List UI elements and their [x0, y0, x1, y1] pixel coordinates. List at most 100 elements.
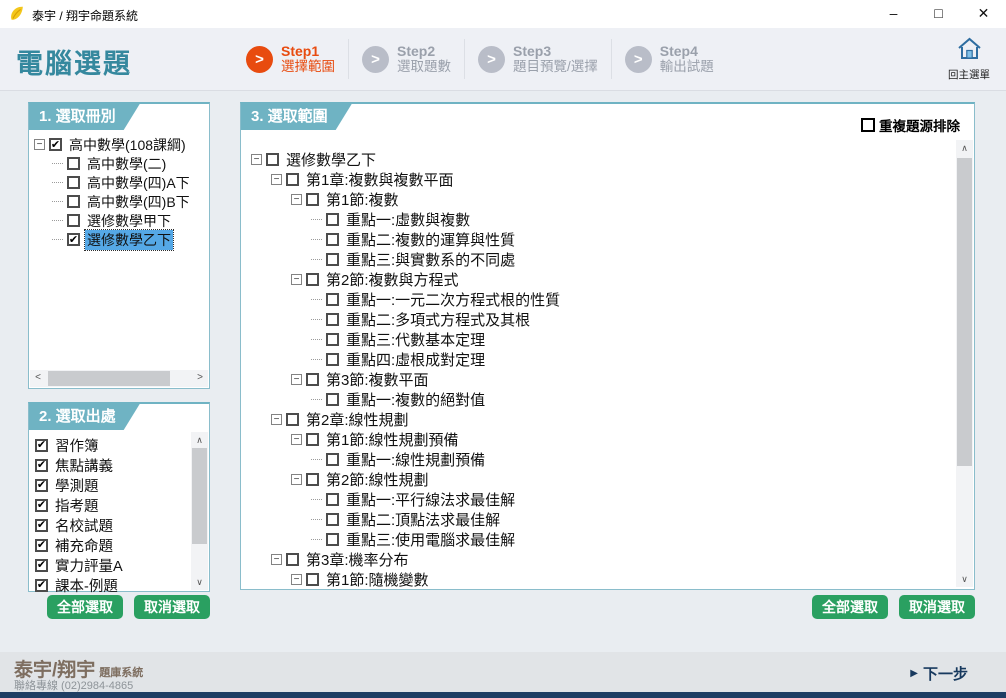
node-checkbox[interactable]	[326, 533, 339, 546]
node-checkbox[interactable]	[306, 573, 319, 586]
item-label[interactable]: 名校試題	[53, 515, 115, 536]
close-button[interactable]: ✕	[961, 0, 1006, 28]
node-label[interactable]: 重點一:平行線法求最佳解	[344, 489, 517, 510]
collapse-expander-icon[interactable]: −	[291, 574, 302, 585]
node-label[interactable]: 選修數學乙下	[284, 149, 378, 170]
tree-row[interactable]: −第2節:線性規劃	[251, 469, 954, 489]
node-label[interactable]: 重點二:頂點法求最佳解	[344, 509, 502, 530]
node-label[interactable]: 重點三:與實數系的不同處	[344, 249, 517, 270]
node-label[interactable]: 第1節:隨機變數	[324, 569, 431, 590]
tree-row[interactable]: −✔ 高中數學(108課綱)	[34, 135, 205, 154]
node-label[interactable]: 第1節:複數	[324, 189, 401, 210]
hscroll-thumb[interactable]	[48, 371, 170, 386]
node-checkbox[interactable]: ✔	[49, 138, 62, 151]
item-checkbox[interactable]: ✔	[35, 499, 48, 512]
collapse-expander-icon[interactable]: −	[271, 174, 282, 185]
node-checkbox[interactable]	[286, 553, 299, 566]
tree-row[interactable]: 高中數學(二)	[34, 154, 205, 173]
list-item[interactable]: ✔補充命題	[35, 535, 191, 555]
tree-row[interactable]: −第2章:線性規劃	[251, 409, 954, 429]
home-button[interactable]: 回主選單	[942, 36, 996, 82]
source-deselect-all-button[interactable]: 取消選取	[134, 595, 210, 619]
collapse-expander-icon[interactable]: −	[291, 374, 302, 385]
list-item[interactable]: ✔實力評量A	[35, 555, 191, 575]
minimize-button[interactable]: –	[871, 0, 916, 28]
node-checkbox[interactable]	[326, 313, 339, 326]
item-label[interactable]: 學測題	[53, 475, 101, 496]
step-3[interactable]: > Step3 題目預覽/選擇	[478, 39, 612, 79]
node-checkbox[interactable]	[326, 393, 339, 406]
node-checkbox[interactable]	[326, 493, 339, 506]
node-checkbox[interactable]	[326, 513, 339, 526]
tree-row[interactable]: 重點二:多項式方程式及其根	[251, 309, 954, 329]
list-item[interactable]: ✔課本-例題	[35, 575, 191, 595]
node-checkbox[interactable]	[326, 353, 339, 366]
node-checkbox[interactable]	[306, 193, 319, 206]
tree-row[interactable]: 重點一:線性規劃預備	[251, 449, 954, 469]
list-item[interactable]: ✔ 名校試題	[35, 515, 191, 535]
node-label[interactable]: 高中數學(四)A下	[85, 173, 192, 193]
tree-row[interactable]: ✔選修數學乙下	[34, 230, 205, 249]
list-item[interactable]: ✔ 學測題	[35, 475, 191, 495]
scroll-left-icon[interactable]: <	[30, 370, 46, 387]
tree-row[interactable]: 重點三:使用電腦求最佳解	[251, 529, 954, 549]
node-label[interactable]: 重點一:虛數與複數	[344, 209, 472, 230]
item-checkbox[interactable]: ✔	[35, 519, 48, 532]
tree-row[interactable]: 重點一:一元二次方程式根的性質	[251, 289, 954, 309]
collapse-expander-icon[interactable]: −	[291, 274, 302, 285]
node-checkbox[interactable]	[67, 176, 80, 189]
node-label[interactable]: 高中數學(二)	[85, 154, 168, 174]
node-checkbox[interactable]	[326, 453, 339, 466]
scroll-down-icon[interactable]: ∨	[191, 574, 208, 590]
scroll-down-icon[interactable]: ∨	[956, 571, 973, 587]
tree-row[interactable]: 重點一:虛數與複數	[251, 209, 954, 229]
collapse-expander-icon[interactable]: −	[34, 139, 45, 150]
tree-row[interactable]: − 選修數學乙下	[251, 149, 954, 169]
node-checkbox[interactable]	[67, 214, 80, 227]
collapse-expander-icon[interactable]: −	[291, 434, 302, 445]
collapse-expander-icon[interactable]: −	[291, 194, 302, 205]
node-checkbox[interactable]	[286, 173, 299, 186]
item-checkbox[interactable]: ✔	[35, 559, 48, 572]
node-checkbox[interactable]	[306, 273, 319, 286]
node-label[interactable]: 重點一:複數的絕對值	[344, 389, 487, 410]
tree-row[interactable]: 高中數學(四)B下	[34, 192, 205, 211]
node-checkbox[interactable]	[306, 373, 319, 386]
duplicate-filter[interactable]: 重複題源排除	[861, 115, 960, 135]
node-checkbox[interactable]	[286, 413, 299, 426]
tree-row[interactable]: 重點三:代數基本定理	[251, 329, 954, 349]
tree-row[interactable]: − 第1章:複數與複數平面	[251, 169, 954, 189]
scope-deselect-all-button[interactable]: 取消選取	[899, 595, 975, 619]
node-label[interactable]: 重點二:複數的運算與性質	[344, 229, 517, 250]
next-step-button[interactable]: ▶ 下一步	[910, 663, 968, 684]
item-label[interactable]: 指考題	[53, 495, 101, 516]
node-label[interactable]: 高中數學(108課綱)	[67, 135, 188, 155]
node-label[interactable]: 第2章:線性規劃	[304, 409, 411, 430]
node-label[interactable]: 重點三:代數基本定理	[344, 329, 487, 350]
item-checkbox[interactable]: ✔	[35, 479, 48, 492]
collapse-expander-icon[interactable]: −	[251, 154, 262, 165]
list-item[interactable]: ✔焦點講義	[35, 455, 191, 475]
tree-row[interactable]: 選修數學甲下	[34, 211, 205, 230]
item-label[interactable]: 焦點講義	[53, 455, 115, 476]
step-4[interactable]: > Step4 輸出試題	[625, 39, 727, 79]
item-label[interactable]: 習作簿	[53, 435, 101, 456]
vscroll-thumb[interactable]	[192, 448, 207, 544]
node-label[interactable]: 重點三:使用電腦求最佳解	[344, 529, 517, 550]
node-label[interactable]: 第3章:機率分布	[304, 549, 411, 570]
node-checkbox[interactable]	[326, 213, 339, 226]
tree-row[interactable]: 重點一:平行線法求最佳解	[251, 489, 954, 509]
tree-row[interactable]: −第2節:複數與方程式	[251, 269, 954, 289]
node-checkbox[interactable]	[326, 333, 339, 346]
scroll-right-icon[interactable]: >	[192, 370, 208, 387]
tree-row[interactable]: −第3章:機率分布	[251, 549, 954, 569]
node-label[interactable]: 高中數學(四)B下	[85, 192, 192, 212]
node-label[interactable]: 第1章:複數與複數平面	[304, 169, 456, 190]
node-checkbox[interactable]	[266, 153, 279, 166]
list-item[interactable]: ✔習作簿	[35, 435, 191, 455]
list-item[interactable]: ✔ 指考題	[35, 495, 191, 515]
node-checkbox[interactable]	[67, 195, 80, 208]
tree-row[interactable]: 高中數學(四)A下	[34, 173, 205, 192]
scroll-up-icon[interactable]: ∧	[956, 140, 973, 156]
tree-row[interactable]: 重點二:頂點法求最佳解	[251, 509, 954, 529]
